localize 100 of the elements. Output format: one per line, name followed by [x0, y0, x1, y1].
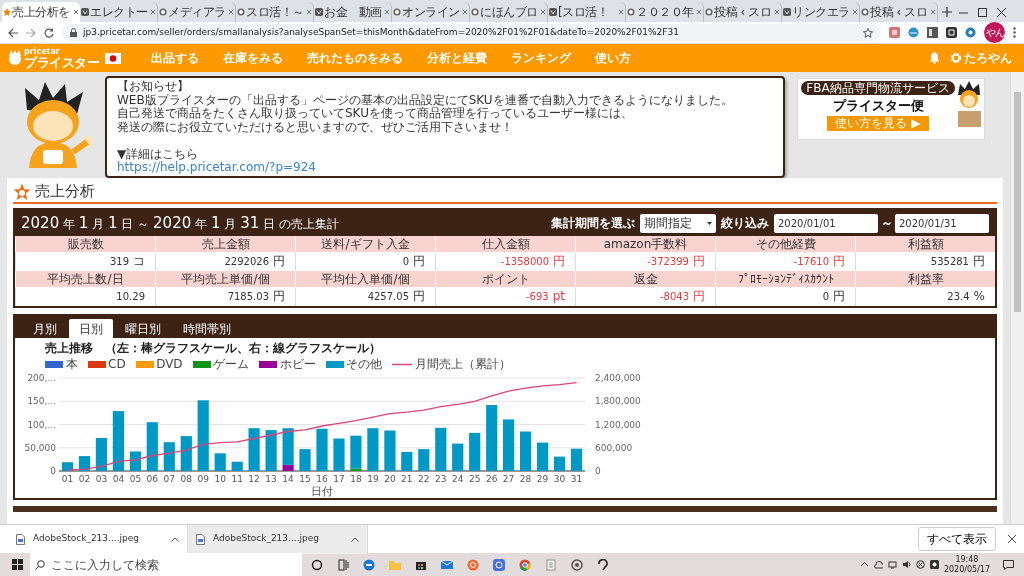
extension-icon[interactable] [946, 27, 957, 38]
bar [486, 405, 498, 471]
close-icon[interactable] [150, 9, 156, 15]
bar [384, 430, 396, 471]
close-icon[interactable] [1008, 535, 1016, 543]
download-item[interactable]: AdobeStock_213....jpeg [188, 524, 368, 554]
mail-icon[interactable] [441, 558, 453, 571]
close-icon[interactable] [618, 9, 624, 15]
legend-label: ホビー [279, 356, 316, 372]
close-icon[interactable] [696, 9, 702, 15]
axis-tick-label: 0 [50, 466, 56, 476]
reload-icon[interactable] [44, 27, 54, 38]
axis-tick-label: 11 [231, 474, 243, 484]
speaker-icon[interactable] [901, 560, 911, 569]
axis-tick-label: 03 [95, 474, 108, 484]
extension-icon[interactable] [908, 27, 919, 38]
network-icon[interactable] [887, 560, 897, 569]
axis-tick-label: 25 [468, 474, 481, 484]
axis-tick-label: 150,... [27, 396, 56, 407]
windows-icon[interactable] [11, 559, 23, 570]
notice-text: 自己発送で商品をたくさん取り扱っていてSKUを使って商品管理を行っているユーザー様には、 [117, 107, 633, 121]
banner-ad[interactable]: FBA納品専門物流サービス プライスター便 使い方を見る ▶ [797, 78, 985, 140]
summary-value: 4257.05 円 [295, 287, 435, 306]
search-icon [35, 559, 45, 570]
app-icon[interactable] [597, 558, 609, 571]
legend-label: その他 [346, 356, 383, 372]
axis-tick-label: 29 [536, 474, 549, 484]
favicon-icon [81, 8, 89, 16]
bar [316, 428, 328, 471]
show-all-button[interactable]: すべて表示 [918, 527, 996, 551]
view-tab[interactable]: 日別 [69, 319, 113, 338]
browser-icon[interactable] [363, 558, 375, 571]
scroll-thumb[interactable] [1014, 92, 1021, 312]
bar [333, 438, 345, 471]
chevron-up-icon[interactable] [351, 536, 359, 542]
chrome-icon[interactable] [519, 558, 531, 571]
close-icon[interactable] [852, 9, 858, 15]
date-to-field[interactable]: 2020/01/31 [895, 213, 989, 233]
brand-tagline: pricetar [24, 47, 61, 56]
app-icon[interactable] [571, 558, 583, 571]
bar [231, 461, 243, 471]
star-icon[interactable] [863, 27, 873, 38]
bar [537, 442, 549, 471]
extension-icon[interactable] [965, 27, 976, 38]
notification-icon[interactable] [1003, 559, 1014, 570]
cloud-icon[interactable] [873, 560, 883, 569]
bar [418, 449, 430, 471]
close-icon[interactable] [306, 9, 312, 15]
bar [129, 451, 141, 471]
close-icon[interactable] [384, 9, 390, 15]
axis-tick-label: 30 [553, 474, 566, 484]
period-select[interactable]: 期間指定 [640, 213, 716, 233]
view-tab[interactable]: 曜日別 [115, 319, 171, 338]
close-icon[interactable] [540, 9, 546, 15]
close-icon[interactable] [996, 7, 1006, 17]
new-tab-icon[interactable] [942, 7, 952, 17]
summary-label: 平均売上単価/個 [155, 271, 295, 287]
forward-icon[interactable] [26, 27, 36, 38]
favicon-icon [549, 8, 557, 16]
summary-label: ポイント [435, 271, 575, 287]
chevron-up-icon[interactable] [171, 536, 179, 542]
back-icon[interactable] [8, 27, 18, 38]
task-view-icon[interactable] [337, 558, 349, 571]
close-icon[interactable] [462, 9, 468, 15]
axis-tick-label: 600,000 [595, 442, 633, 453]
axis-tick-label: 23 [435, 474, 447, 484]
summary-label: 仕入金額 [435, 236, 575, 252]
summary-label: 平均仕入単価/個 [295, 271, 435, 287]
app-icon[interactable] [929, 560, 939, 569]
status-icon[interactable] [915, 560, 925, 569]
filter-label: 絞り込み [721, 215, 769, 232]
axis-title: 日付 [311, 485, 333, 498]
profile-avatar[interactable]: やん [984, 22, 1005, 43]
view-tab[interactable]: 月別 [23, 319, 67, 338]
scrollbar[interactable] [1010, 72, 1024, 524]
close-icon[interactable] [930, 9, 936, 15]
close-icon[interactable] [774, 9, 780, 15]
axis-tick-label: 09 [197, 474, 209, 484]
legend-label: 月間売上（累計） [414, 356, 511, 372]
extension-icon[interactable] [927, 27, 938, 38]
summary-label: 売上金額 [155, 236, 295, 252]
menu-icon[interactable] [1013, 27, 1016, 38]
notepad-icon[interactable] [545, 558, 557, 571]
notice-link[interactable]: https://help.pricetar.com/?p=924 [117, 160, 316, 174]
maximize-icon[interactable] [977, 7, 987, 17]
browser-tab[interactable]: 売上分析を [2, 2, 80, 22]
chart-title: 売上推移 （左：棒グラフスケール、右：線グラフスケール） [44, 341, 382, 356]
taskbar-clock[interactable]: 19:48 2020/05/17 [943, 554, 990, 575]
view-tab[interactable]: 時間帯別 [173, 319, 241, 338]
date-from-field[interactable]: 2020/01/01 [774, 213, 878, 233]
chevron-up-icon[interactable] [859, 560, 869, 569]
close-icon[interactable] [73, 9, 79, 15]
axis-tick-label: 100,... [27, 419, 56, 430]
close-icon[interactable] [228, 9, 234, 15]
bar [146, 422, 158, 471]
bar [78, 456, 91, 471]
axis-tick-label: 50,000 [24, 442, 56, 453]
cortana-icon[interactable] [311, 558, 323, 571]
mascot-head-icon [8, 50, 22, 66]
globe-icon [471, 8, 479, 16]
